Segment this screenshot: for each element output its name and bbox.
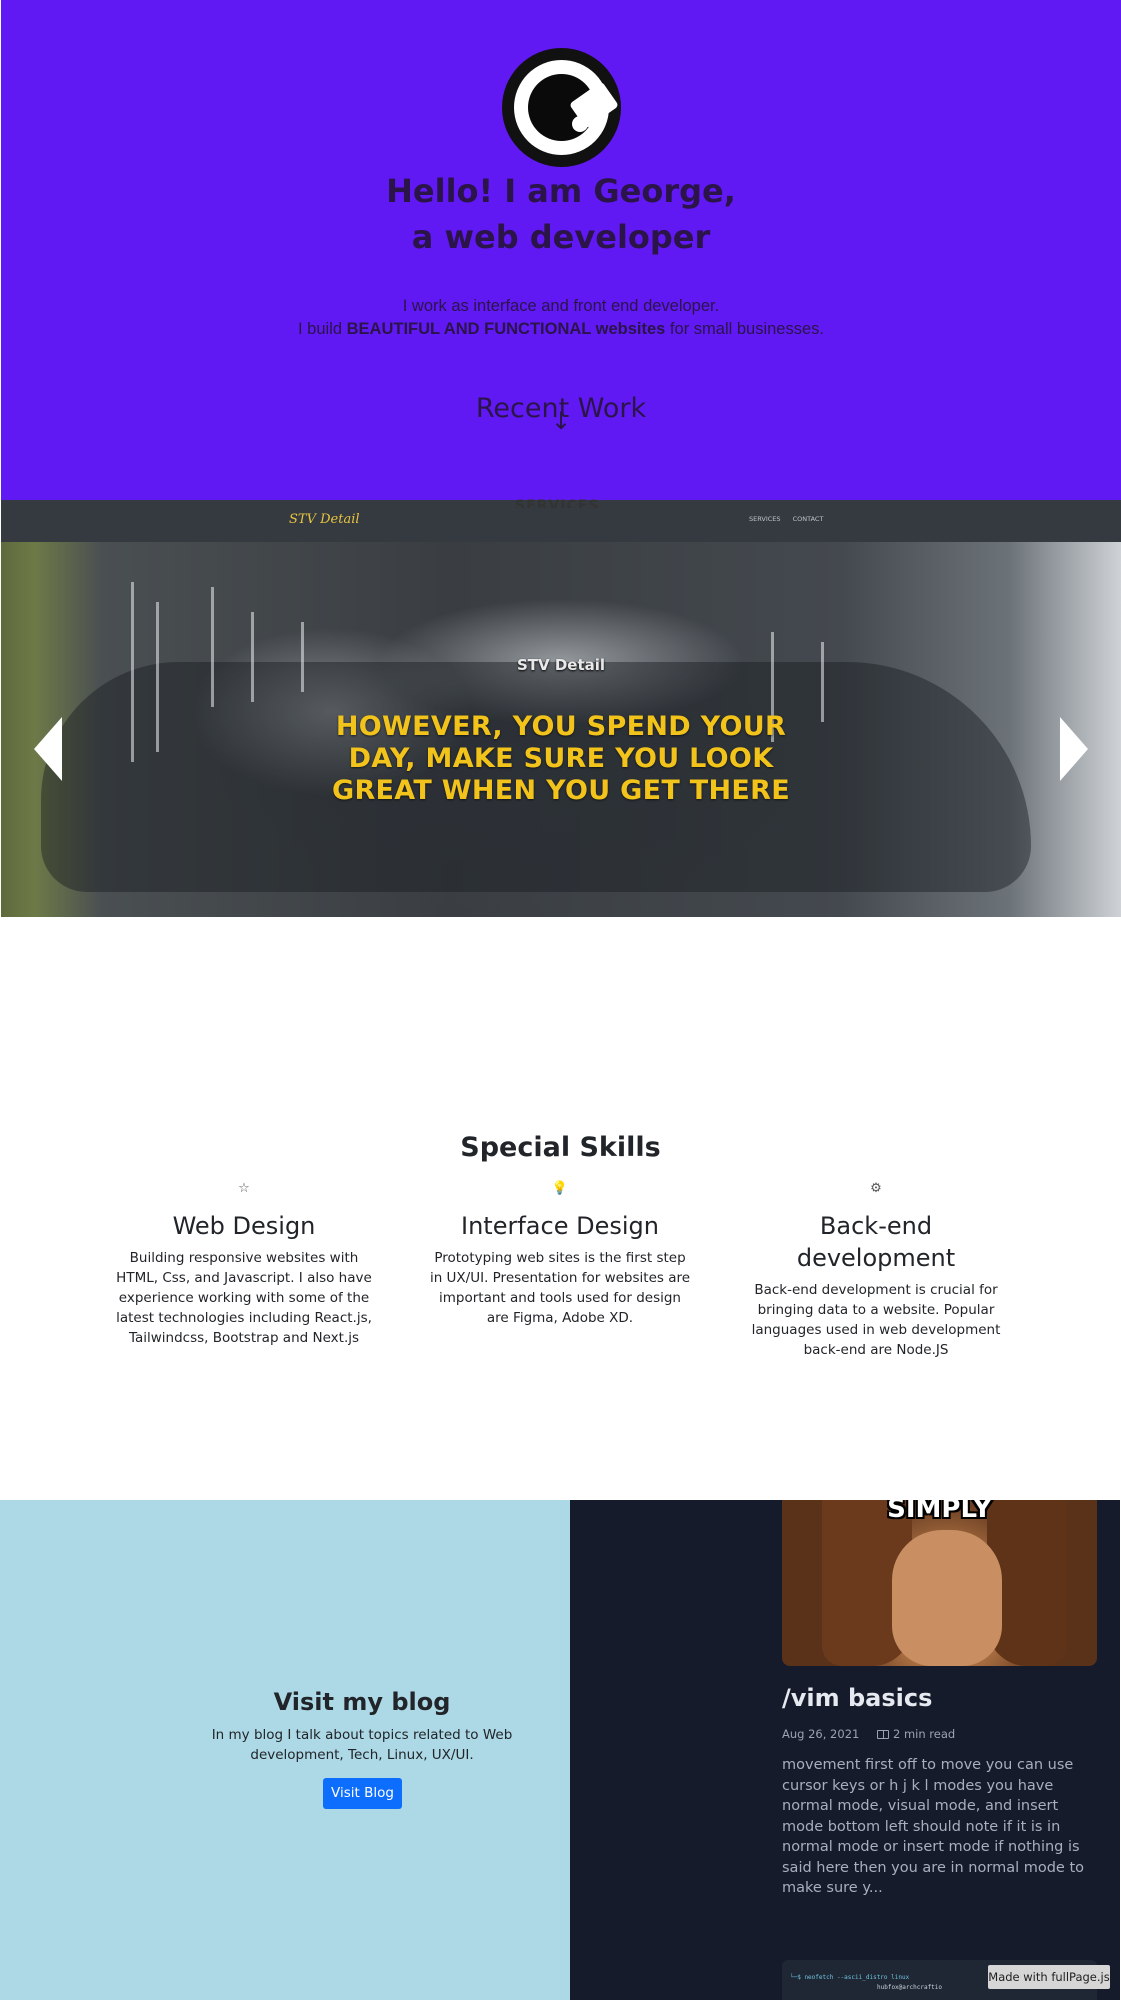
post-title-link[interactable]: /vim basics xyxy=(782,1684,932,1712)
carousel-prev-arrow-icon[interactable] xyxy=(34,717,62,781)
hero-subtitle-line2: I build BEAUTIFUL AND FUNCTIONAL website… xyxy=(1,320,1121,339)
arrow-down-icon[interactable]: ↓ xyxy=(551,409,571,433)
fullpage-badge[interactable]: Made with fullPage.js xyxy=(988,1965,1110,1989)
lightbulb-icon: 💡 xyxy=(551,1181,569,1196)
hero-title-line1: Hello! I am George, xyxy=(386,172,736,210)
hero-subtitle-pre: I build xyxy=(298,320,347,338)
hero-section: Hello! I am George, a web developer I wo… xyxy=(1,0,1121,500)
post-read-time: 2 min read xyxy=(892,1727,956,1741)
recent-work-carousel: STV Detail SERVICES CONTACT STV Detail H… xyxy=(1,500,1121,917)
skill-text: Prototyping web sites is the first step … xyxy=(429,1250,691,1326)
terminal-line: └─$ neofetch --ascii_distro linux xyxy=(790,1974,910,1981)
g-logo-icon xyxy=(502,48,621,167)
visit-blog-button[interactable]: Visit Blog xyxy=(323,1778,402,1809)
skills-title: Special Skills xyxy=(460,1132,661,1163)
skill-title: Interface Design xyxy=(461,1212,659,1240)
terminal-line: hubfox@archcraftio xyxy=(877,1984,943,1991)
skill-card-interface-design: 💡 Interface Design Prototyping web sites… xyxy=(427,1180,693,1328)
skill-title: Web Design xyxy=(172,1212,316,1240)
skill-title: Back-end development xyxy=(796,1212,956,1272)
hero-subtitle-bold: BEAUTIFUL AND FUNCTIONAL websites xyxy=(346,320,666,338)
book-icon xyxy=(876,1730,889,1739)
project-nav-services[interactable]: SERVICES xyxy=(749,515,781,523)
slide-overline: STV Detail xyxy=(516,656,606,674)
skill-text: Back-end development is crucial for brin… xyxy=(751,1282,1001,1358)
gear-icon: ⚙ xyxy=(870,1181,882,1196)
project-brand[interactable]: STV Detail xyxy=(289,512,360,527)
project-nav-links: SERVICES CONTACT xyxy=(749,515,833,523)
slide-headline: HOWEVER, YOU SPEND YOUR DAY, MAKE SURE Y… xyxy=(331,711,790,806)
post-meta: Aug 26, 2021 2 min read xyxy=(782,1727,955,1741)
post-date: Aug 26, 2021 xyxy=(782,1727,860,1741)
hero-subtitle-line1: I work as interface and front end develo… xyxy=(402,297,720,315)
skill-card-web-design: ☆ Web Design Building responsive website… xyxy=(110,1180,378,1348)
skill-text: Building responsive websites with HTML, … xyxy=(116,1250,372,1346)
hero-subtitle-post: for small businesses. xyxy=(665,320,824,338)
carousel-next-arrow-icon[interactable] xyxy=(1060,717,1088,781)
post-read-time-wrap: 2 min read xyxy=(876,1727,956,1741)
skill-card-backend-development: ⚙ Back-end development Back-end developm… xyxy=(738,1180,1014,1360)
blog-description: In my blog I talk about topics related t… xyxy=(211,1727,513,1763)
project-nav-contact[interactable]: CONTACT xyxy=(793,515,824,523)
post-thumbnail-meme[interactable]: SIMPLY xyxy=(782,1500,1097,1666)
meme-caption: SIMPLY xyxy=(887,1500,992,1524)
star-icon: ☆ xyxy=(238,1181,250,1196)
hero-title-line2: a web developer xyxy=(411,218,711,256)
services-heading-peek: SERVICES xyxy=(515,498,600,508)
post-excerpt: movement first off to move you can use c… xyxy=(782,1757,1085,1896)
